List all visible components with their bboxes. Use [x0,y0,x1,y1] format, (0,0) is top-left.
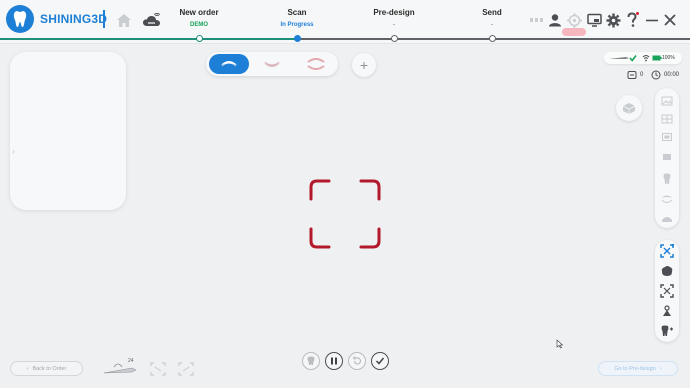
jaw-selector [206,52,338,76]
top-header: SHINING3D New order DEMO Scan In Progres… [0,0,690,44]
progress-line-start [0,38,199,40]
expand-arrow-icon[interactable]: › [12,146,15,156]
grid-tool-icon[interactable] [660,112,674,126]
brain-tool-icon[interactable] [660,264,674,278]
model-tool-icon[interactable] [660,212,674,226]
step-title: Pre-design [373,8,415,17]
scan-timer: 00:00 [664,72,680,78]
tooth-icon [307,356,315,365]
section-tool-icon[interactable] [660,150,674,164]
side-toolbar-bottom [655,240,679,342]
upper-jaw-button[interactable] [209,54,249,74]
scan-count: 0 [640,72,644,78]
battery-icon [652,55,662,61]
wifi-icon [642,55,650,62]
undo-button[interactable] [348,352,366,370]
step-title: New order [179,8,219,17]
scanner-device-icon [609,57,629,59]
check-icon [375,357,385,365]
step-subtitle: - [393,22,395,28]
brand-name: SHINING3D [40,12,108,26]
brand-divider [103,10,105,28]
go-to-pre-design-button[interactable]: Go to Pre-design › [598,361,678,376]
add-scan-button[interactable]: + [352,53,376,77]
step-title: Send [482,8,502,17]
scanner-tip-count: 24 [128,358,134,364]
step-dot-new-order [195,35,203,42]
gear-icon[interactable] [604,11,622,29]
step-dot-scan [293,35,301,42]
screen-share-icon[interactable] [585,11,603,29]
tooth-logo-icon [6,5,34,33]
step-subtitle: In Progress [280,22,314,28]
chevron-right-icon: › [659,365,662,372]
help-icon[interactable] [623,11,641,29]
undo-icon [352,356,362,365]
step-title: Scan [287,8,307,17]
back-to-order-button[interactable]: ‹ Back to Order [10,361,83,376]
tooth-tool-icon[interactable] [660,172,674,186]
model-view-icon [622,103,636,114]
mouse-cursor-icon [556,339,564,349]
device-status-icon [529,11,545,29]
capture-tool-icon[interactable] [150,362,166,376]
battery-level: 100% [662,55,675,61]
confirm-button[interactable] [371,352,389,370]
target-icon[interactable] [565,11,583,29]
step-dot-pre-design [390,35,398,42]
step-send[interactable]: Send - [452,8,532,28]
chevron-left-icon: ‹ [26,365,29,372]
step-dot-send [488,35,496,42]
step-subtitle: DEMO [190,22,208,28]
capture-alt-icon[interactable] [178,362,194,376]
step-subtitle: - [491,22,493,28]
scan-preview-panel[interactable] [10,52,126,210]
tooth-mode-button[interactable] [302,352,320,370]
home-icon[interactable] [115,11,133,29]
connected-check-icon [629,55,637,62]
scan-count-icon [627,71,637,79]
progress-line-done [199,38,297,40]
image-tool-icon[interactable] [660,94,674,108]
scan-target-frame [309,179,381,249]
step-new-order[interactable]: New order DEMO [159,8,239,28]
brand-logo: SHINING3D [6,5,107,33]
scan-mode-icon[interactable] [660,244,674,258]
jaw-tool-icon[interactable] [660,192,674,206]
clock-icon [651,70,661,80]
view-mode-button[interactable] [616,95,642,121]
minimize-icon[interactable] [643,11,661,29]
step-pre-design[interactable]: Pre-design - [354,8,434,28]
lower-jaw-button[interactable] [252,54,292,74]
notification-badge [562,28,586,36]
pause-button[interactable] [325,352,343,370]
lock-tool-icon[interactable] [660,304,674,318]
go-to-pre-design-label: Go to Pre-design [614,365,656,372]
crop-tool-icon[interactable] [660,284,674,298]
back-to-order-label: Back to Order [32,365,67,372]
close-icon[interactable] [661,11,679,29]
step-scan[interactable]: Scan In Progress [257,8,337,28]
tooth-plus-icon[interactable] [660,324,674,338]
user-icon[interactable] [546,11,564,29]
frame-tool-icon[interactable] [660,130,674,144]
pause-icon [331,357,337,365]
side-toolbar-top [655,88,679,228]
bite-button[interactable] [296,54,336,74]
